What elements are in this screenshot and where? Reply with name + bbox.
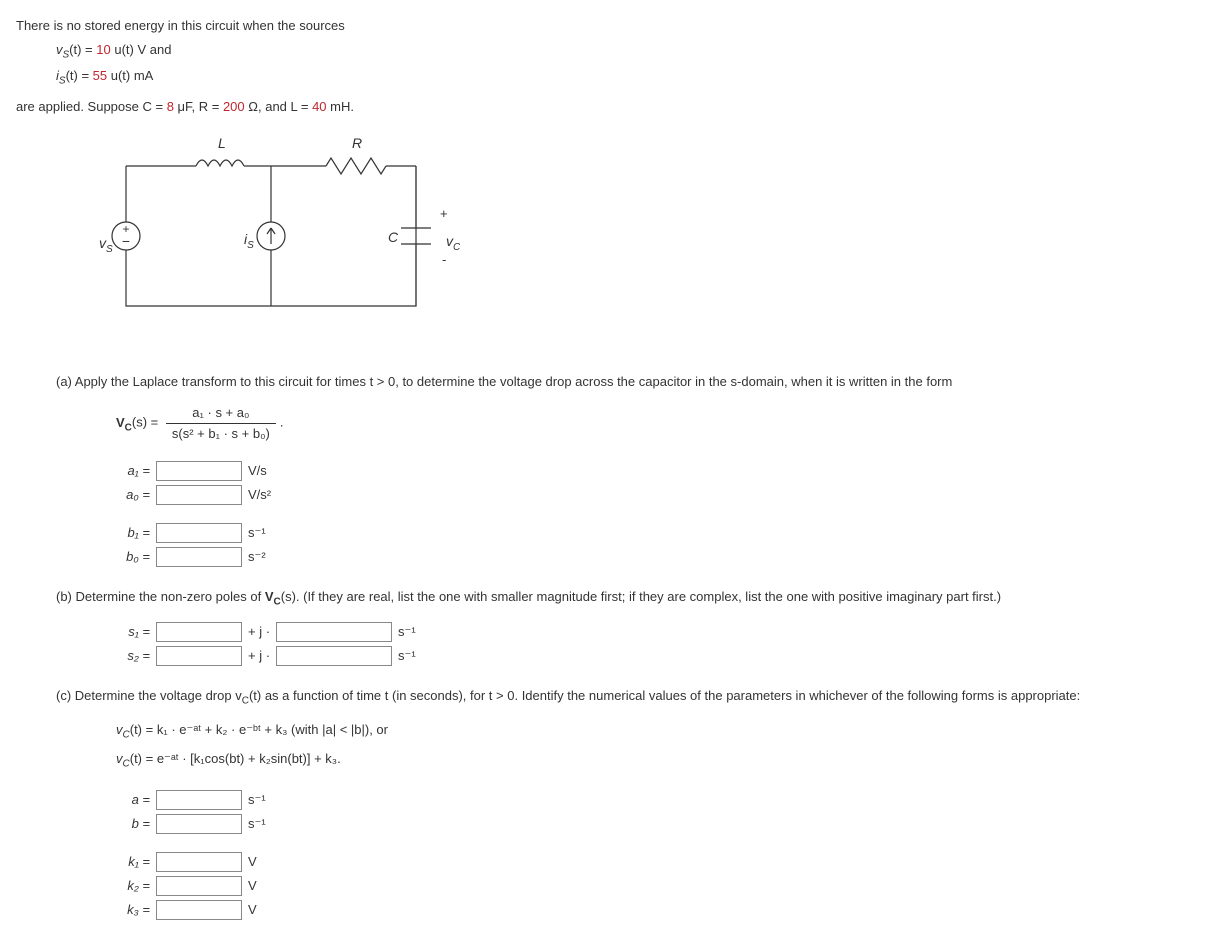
b0-unit: s⁻² xyxy=(248,547,266,567)
a1-row: a₁ = V/s xyxy=(116,461,1190,481)
form2: vC(t) = e⁻ᵃᵗ · [k₁cos(bt) + k₂sin(bt)] +… xyxy=(116,749,1190,772)
svg-text:vC: vC xyxy=(446,233,461,253)
b-label: b = xyxy=(116,814,150,834)
svg-text:-: - xyxy=(442,252,446,267)
k2-input[interactable] xyxy=(156,876,242,896)
a-unit: s⁻¹ xyxy=(248,790,266,810)
a-label: a = xyxy=(116,790,150,810)
a1-label: a₁ = xyxy=(116,461,150,481)
k3-unit: V xyxy=(248,900,257,920)
vs-equation: vS(t) = 10 u(t) V and xyxy=(56,40,1190,63)
a1-unit: V/s xyxy=(248,461,267,481)
a0-input[interactable] xyxy=(156,485,242,505)
intro-line1: There is no stored energy in this circui… xyxy=(16,16,1190,36)
a0-row: a₀ = V/s² xyxy=(116,485,1190,505)
part-a-text: (a) Apply the Laplace transform to this … xyxy=(56,372,1190,392)
a0-unit: V/s² xyxy=(248,485,271,505)
k1-label: k₁ = xyxy=(116,852,150,872)
plus-j-2: + j · xyxy=(248,646,270,666)
a1-input[interactable] xyxy=(156,461,242,481)
b1-unit: s⁻¹ xyxy=(248,523,266,543)
s2-imag-input[interactable] xyxy=(276,646,392,666)
a-input[interactable] xyxy=(156,790,242,810)
b0-label: b₀ = xyxy=(116,547,150,567)
vc-formula: VC(s) = a₁ · s + a₀ s(s² + b₁ · s + b₀) … xyxy=(116,403,1190,443)
s2-unit: s⁻¹ xyxy=(398,646,416,666)
k3-row: k₃ = V xyxy=(116,900,1190,920)
is-equation: iS(t) = 55 u(t) mA xyxy=(56,66,1190,89)
b-input[interactable] xyxy=(156,814,242,834)
svg-text:+: + xyxy=(440,206,448,221)
a0-label: a₀ = xyxy=(116,485,150,505)
svg-text:−: − xyxy=(122,233,130,249)
b1-label: b₁ = xyxy=(116,523,150,543)
k1-row: k₁ = V xyxy=(116,852,1190,872)
b-unit: s⁻¹ xyxy=(248,814,266,834)
b0-row: b₀ = s⁻² xyxy=(116,547,1190,567)
k3-input[interactable] xyxy=(156,900,242,920)
svg-text:C: C xyxy=(388,229,399,245)
svg-text:L: L xyxy=(218,136,226,151)
b1-row: b₁ = s⁻¹ xyxy=(116,523,1190,543)
s1-unit: s⁻¹ xyxy=(398,622,416,642)
b0-input[interactable] xyxy=(156,547,242,567)
s2-row: s₂ = + j · s⁻¹ xyxy=(116,646,1190,666)
k2-row: k₂ = V xyxy=(116,876,1190,896)
svg-text:vS: vS xyxy=(99,235,113,255)
svg-text:R: R xyxy=(352,136,362,151)
k1-unit: V xyxy=(248,852,257,872)
svg-text:iS: iS xyxy=(244,231,254,251)
s2-label: s₂ = xyxy=(116,646,150,666)
plus-j-1: + j · xyxy=(248,622,270,642)
s2-real-input[interactable] xyxy=(156,646,242,666)
b-row: b = s⁻¹ xyxy=(116,814,1190,834)
a-row: a = s⁻¹ xyxy=(116,790,1190,810)
k2-label: k₂ = xyxy=(116,876,150,896)
b1-input[interactable] xyxy=(156,523,242,543)
s1-imag-input[interactable] xyxy=(276,622,392,642)
s1-real-input[interactable] xyxy=(156,622,242,642)
k1-input[interactable] xyxy=(156,852,242,872)
s1-row: s₁ = + j · s⁻¹ xyxy=(116,622,1190,642)
part-b-text: (b) Determine the non-zero poles of VC(s… xyxy=(56,587,1190,610)
k3-label: k₃ = xyxy=(116,900,150,920)
applied-line: are applied. Suppose C = 8 μF, R = 200 Ω… xyxy=(16,97,1190,117)
s1-label: s₁ = xyxy=(116,622,150,642)
k2-unit: V xyxy=(248,876,257,896)
form1: vC(t) = k₁ · e⁻ᵃᵗ + k₂ · e⁻ᵇᵗ + k₃ (with… xyxy=(116,720,1190,743)
part-c-text: (c) Determine the voltage drop vC(t) as … xyxy=(56,686,1190,709)
circuit-figure: + − L R vS iS C vC + - xyxy=(96,136,1190,342)
